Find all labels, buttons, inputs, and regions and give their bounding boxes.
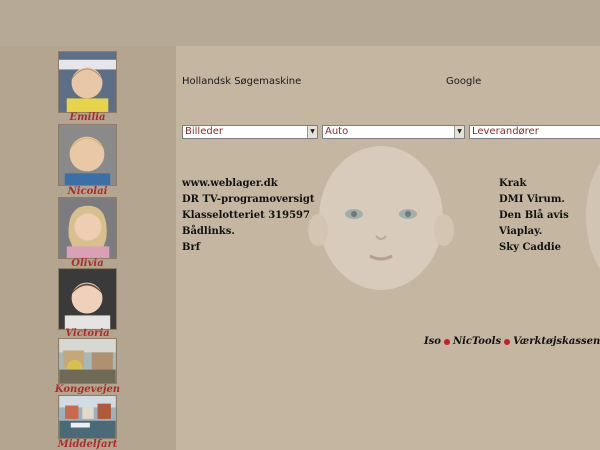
thumb-middelfart[interactable]	[58, 395, 117, 439]
bullet-icon	[443, 338, 450, 345]
google-search-label: Google	[446, 76, 482, 87]
link-sky-caddie[interactable]: Sky Caddie	[499, 240, 561, 256]
baby-face-watermark	[586, 163, 600, 269]
footer-link-vaerktoejskassen[interactable]: Værktøjskassen.	[513, 336, 600, 347]
dropdown-arrow-icon[interactable]: ▼	[454, 126, 464, 138]
link-brf[interactable]: Brf	[182, 240, 200, 256]
photo-thumbnail	[59, 125, 116, 185]
photo-thumbnail	[59, 269, 116, 329]
dropdown-arrow-icon[interactable]: ▼	[307, 126, 317, 138]
thumb-olivia[interactable]	[58, 197, 117, 259]
main-panel: Hollandsk Søgemaskine Google Billeder ▼ …	[176, 46, 600, 450]
caption-emilia[interactable]: Emilia	[48, 112, 127, 123]
caption-middelfart[interactable]: Middelfart	[48, 439, 127, 450]
thumb-victoria[interactable]	[58, 268, 117, 330]
photo-thumbnail	[59, 52, 116, 112]
caption-nicolai[interactable]: Nicolai	[48, 186, 127, 197]
footer-links: Iso NicTools Værktøjskassen.	[424, 336, 600, 347]
link-den-bla-avis[interactable]: Den Blå avis	[499, 208, 569, 224]
thumb-nicolai[interactable]	[58, 124, 117, 186]
footer-link-iso[interactable]: Iso	[424, 336, 441, 347]
supplier-select[interactable]: Leverandører	[469, 125, 600, 139]
link-viaplay[interactable]: Viaplay.	[499, 224, 542, 240]
auto-select[interactable]: Auto ▼	[322, 125, 465, 139]
link-badlinks[interactable]: Bådlinks.	[182, 224, 235, 240]
footer-link-nictools[interactable]: NicTools	[453, 336, 501, 347]
baby-face-watermark	[308, 146, 454, 290]
thumb-emilia[interactable]	[58, 51, 117, 113]
thumb-kongevejen[interactable]	[58, 338, 117, 384]
auto-select-value: Auto	[325, 126, 349, 137]
photo-thumbnail	[59, 198, 116, 258]
link-weblager[interactable]: www.weblager.dk	[182, 176, 278, 192]
category-select[interactable]: Billeder ▼	[182, 125, 318, 139]
photo-thumbnail	[59, 339, 116, 383]
caption-kongevejen[interactable]: Kongevejen	[48, 384, 127, 395]
link-dr-tv[interactable]: DR TV-programoversigt	[182, 192, 315, 208]
bullet-icon	[504, 338, 511, 345]
dutch-search-label: Hollandsk Søgemaskine	[182, 76, 302, 87]
link-krak[interactable]: Krak	[499, 176, 526, 192]
supplier-select-value: Leverandører	[472, 126, 539, 137]
category-select-value: Billeder	[185, 126, 223, 137]
link-dmi[interactable]: DMI Virum.	[499, 192, 565, 208]
photo-thumbnail	[59, 396, 116, 438]
link-klasselotteriet[interactable]: Klasselotteriet 319597	[182, 208, 310, 224]
